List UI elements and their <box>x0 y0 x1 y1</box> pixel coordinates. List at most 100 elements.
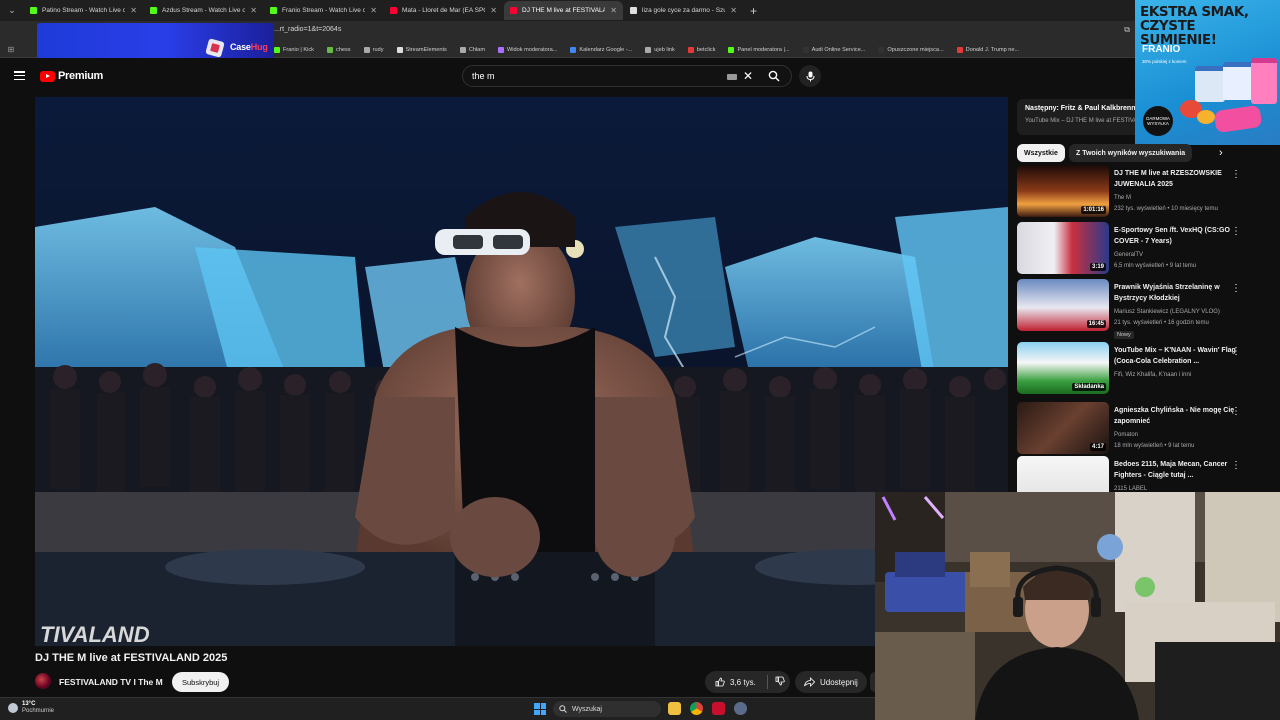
recommended-video[interactable]: Składanka YouTube Mix – K'NAAN - Wavin' F… <box>1017 342 1247 398</box>
video-thumbnail[interactable]: 4:17 <box>1017 402 1109 454</box>
webcam-frame <box>875 492 1280 720</box>
bookmark-item[interactable]: Franio | Kick <box>274 46 314 53</box>
close-tab-icon[interactable]: ✕ <box>490 6 497 15</box>
more-options-icon[interactable]: ⋮ <box>1231 226 1241 237</box>
video-title[interactable]: Prawnik Wyjaśnia Strzelaninę w Bystrzycy… <box>1114 282 1239 304</box>
bookmark-label: Chłam <box>468 46 486 53</box>
tab-favicon-icon <box>150 7 157 14</box>
settings-icon[interactable] <box>734 702 747 715</box>
youtube-logo[interactable]: Premium <box>40 70 103 82</box>
close-tab-icon[interactable]: ✕ <box>130 6 137 15</box>
recommended-video[interactable]: Bedoes 2115, Maja Mecan, Cancer Fighters… <box>1017 456 1247 492</box>
subscribe-button[interactable]: Subskrybuj <box>172 672 230 692</box>
more-options-icon[interactable]: ⋮ <box>1231 346 1241 357</box>
apps-grid-icon[interactable]: ⊞ <box>0 45 22 54</box>
video-thumbnail[interactable] <box>1017 456 1109 492</box>
browser-tab[interactable]: DJ THE M live at FESTIVALAND ✕ <box>504 1 623 20</box>
bookmark-favicon-icon <box>687 46 694 53</box>
install-app-icon[interactable]: ⧉ <box>1124 25 1130 35</box>
up-next-panel[interactable]: Następny: Fritz & Paul Kalkbrenner YouTu… <box>1017 99 1137 135</box>
keyboard-icon[interactable] <box>727 74 737 80</box>
recommended-video[interactable]: 1:01:16 DJ THE M live at RZESZOWSKIE JUWE… <box>1017 165 1247 221</box>
video-title[interactable]: E-Sportowy Sen /ft. VexHQ (CS:GO COVER -… <box>1114 225 1239 247</box>
chevron-right-icon[interactable]: › <box>1219 147 1223 159</box>
share-button[interactable]: Udostępnij <box>795 671 867 693</box>
app-icon[interactable] <box>712 702 725 715</box>
browser-tab[interactable]: Mata - Lloret de Mar (EA SPORTS ✕ <box>384 1 503 20</box>
bookmark-item[interactable]: Opuszczone miejsca... <box>878 46 944 53</box>
video-thumbnail[interactable]: 1:01:16 <box>1017 165 1109 217</box>
like-button[interactable]: 3,6 tys. <box>705 677 767 687</box>
new-tab-button[interactable]: + <box>744 4 763 18</box>
browser-tab[interactable]: liza gole cyce za darmo - Szukaj ✕ <box>624 1 743 20</box>
bookmark-favicon-icon <box>645 46 652 53</box>
more-options-icon[interactable]: ⋮ <box>1231 460 1241 471</box>
bookmark-favicon-icon <box>878 46 885 53</box>
video-meta: 18 mln wyświetleń • 9 lat temu <box>1114 443 1195 449</box>
recommended-video[interactable]: 4:17 Agnieszka Chylińska - Nie mogę Cię z… <box>1017 402 1247 458</box>
bookmark-item[interactable]: Panel moderatora |... <box>728 46 790 53</box>
address-url[interactable]: ...rt_radio=1&t=2064s <box>274 26 341 33</box>
clear-search-icon[interactable]: ✕ <box>743 69 753 83</box>
recommended-video[interactable]: 16:45 Prawnik Wyjaśnia Strzelaninę w Byst… <box>1017 279 1247 339</box>
free-shipping-badge: DARMOWA WYSYŁKA <box>1143 106 1173 136</box>
close-tab-icon[interactable]: ✕ <box>610 6 617 15</box>
tab-search-chevron-icon[interactable]: ⌄ <box>0 0 24 21</box>
bookmark-label: StreamElements <box>405 46 447 53</box>
video-thumbnail[interactable]: 16:45 <box>1017 279 1109 331</box>
video-title[interactable]: Bedoes 2115, Maja Mecan, Cancer Fighters… <box>1114 459 1239 481</box>
bookmark-item[interactable]: betclick <box>687 46 715 53</box>
bookmark-item[interactable]: chess <box>326 46 351 53</box>
weather-widget[interactable]: 13°C Pochmurnie <box>8 701 54 715</box>
bookmark-item[interactable]: Kalendarz Google -... <box>570 46 632 53</box>
video-thumbnail[interactable]: Składanka <box>1017 342 1109 394</box>
browser-tab[interactable]: Franio Stream - Watch Live on Kick ✕ <box>264 1 383 20</box>
chrome-icon[interactable] <box>690 702 703 715</box>
tab-title: Azdus Stream - Watch Live on Kick <box>162 7 246 14</box>
video-channel[interactable]: The M <box>1114 195 1131 201</box>
taskbar-search[interactable]: Wyszukaj <box>553 701 661 717</box>
more-options-icon[interactable]: ⋮ <box>1231 169 1241 180</box>
tab-title: Mata - Lloret de Mar (EA SPORTS <box>402 7 485 14</box>
browser-tab[interactable]: Azdus Stream - Watch Live on Kick ✕ <box>144 1 263 20</box>
ice-cream-tub-image <box>1223 62 1253 100</box>
chip-from-search[interactable]: Z Twoich wyników wyszukiwania <box>1069 144 1193 162</box>
browser-tab[interactable]: Patino Stream - Watch Live on Kick ✕ <box>24 1 143 20</box>
video-thumbnail[interactable]: 3:19 <box>1017 222 1109 274</box>
video-player[interactable]: TIVALAND <box>35 97 1008 646</box>
more-options-icon[interactable]: ⋮ <box>1231 406 1241 417</box>
close-tab-icon[interactable]: ✕ <box>370 6 377 15</box>
bookmark-item[interactable]: Widok moderatora... <box>498 46 557 53</box>
search-box[interactable]: the m ✕ <box>462 65 792 87</box>
video-title[interactable]: Agnieszka Chylińska - Nie mogę Cię zapom… <box>1114 405 1239 427</box>
franio-ad-overlay: EKSTRA SMAK, CZYSTE SUMIENIE! FRANIO 30%… <box>1135 0 1280 145</box>
video-title[interactable]: DJ THE M live at RZESZOWSKIE JUWENALIA 2… <box>1114 168 1239 190</box>
video-channel[interactable]: Mariusz Stankiewicz (LEGALNY VLOG) <box>1114 309 1220 315</box>
channel-name[interactable]: FESTIVALAND TV I The M <box>59 677 163 687</box>
close-tab-icon[interactable]: ✕ <box>250 6 257 15</box>
windows-start-icon[interactable] <box>534 703 546 715</box>
more-options-icon[interactable]: ⋮ <box>1231 283 1241 294</box>
recommended-video[interactable]: 3:19 E-Sportowy Sen /ft. VexHQ (CS:GO COV… <box>1017 222 1247 278</box>
video-channel[interactable]: Pomaton <box>1114 432 1138 438</box>
close-tab-icon[interactable]: ✕ <box>730 6 737 15</box>
dislike-button[interactable] <box>775 676 785 689</box>
video-duration: 3:19 <box>1089 263 1106 271</box>
casehug-brand: CaseHug <box>230 42 268 52</box>
microphone-icon[interactable] <box>799 65 821 87</box>
bookmark-item[interactable]: Donald J. Trump ne... <box>956 46 1019 53</box>
video-channel[interactable]: GeneralTV <box>1114 252 1143 258</box>
bookmark-item[interactable]: ujeb link <box>645 46 675 53</box>
bookmark-item[interactable]: Audi Online Service... <box>802 46 865 53</box>
bookmark-item[interactable]: Chłam <box>459 46 486 53</box>
file-explorer-icon[interactable] <box>668 702 681 715</box>
menu-icon[interactable] <box>14 71 25 80</box>
chip-all[interactable]: Wszystkie <box>1017 144 1065 162</box>
video-title[interactable]: YouTube Mix – K'NAAN - Wavin' Flag (Coca… <box>1114 345 1239 367</box>
search-icon[interactable] <box>768 70 780 82</box>
search-input[interactable]: the m <box>472 71 495 81</box>
channel-avatar[interactable] <box>35 673 51 689</box>
bookmark-item[interactable]: StreamElements <box>396 46 447 53</box>
bookmark-item[interactable]: rudy <box>363 46 384 53</box>
video-meta: 232 tys. wyświetleń • 10 miesięcy temu <box>1114 206 1218 212</box>
